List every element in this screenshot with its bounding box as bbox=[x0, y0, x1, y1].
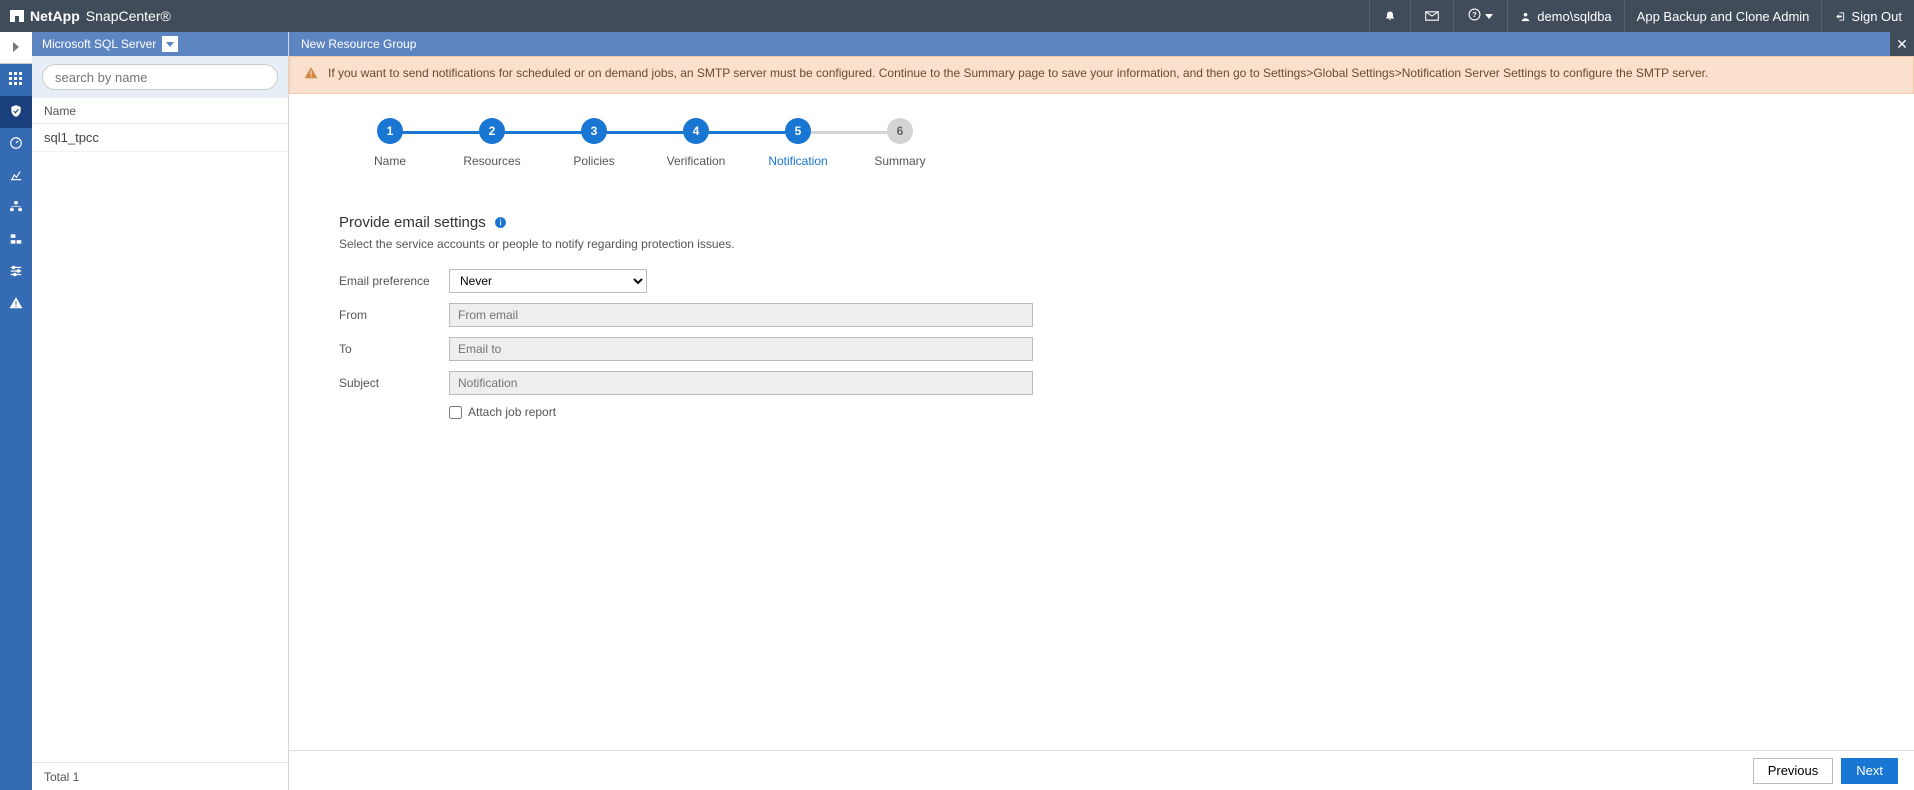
user-label: demo\sqldba bbox=[1537, 9, 1611, 24]
close-icon: ✕ bbox=[1896, 36, 1908, 53]
step-label: Name bbox=[374, 154, 406, 168]
close-button[interactable]: ✕ bbox=[1890, 32, 1914, 56]
wizard-footer: Previous Next bbox=[289, 750, 1914, 790]
notifications-button[interactable] bbox=[1369, 0, 1410, 32]
from-label: From bbox=[339, 308, 449, 322]
previous-button[interactable]: Previous bbox=[1753, 758, 1834, 784]
signout-icon bbox=[1834, 11, 1845, 22]
warning-icon bbox=[304, 66, 318, 85]
brand-app: SnapCenter® bbox=[86, 8, 171, 24]
smtp-alert: If you want to send notifications for sc… bbox=[289, 56, 1914, 94]
subject-input[interactable] bbox=[449, 371, 1033, 395]
step-number: 1 bbox=[377, 118, 403, 144]
step-label: Policies bbox=[573, 154, 614, 168]
step-name[interactable]: 1 Name bbox=[339, 118, 441, 168]
user-icon bbox=[1520, 11, 1531, 22]
plugin-label: Microsoft SQL Server bbox=[42, 37, 156, 51]
to-input[interactable] bbox=[449, 337, 1033, 361]
brand: NetApp SnapCenter® bbox=[0, 8, 181, 24]
rail-resources[interactable] bbox=[0, 96, 32, 128]
resource-total: Total 1 bbox=[44, 770, 79, 784]
resource-column-header: Name bbox=[32, 98, 288, 124]
role-label-item[interactable]: App Backup and Clone Admin bbox=[1624, 0, 1822, 32]
storage-icon bbox=[9, 232, 23, 249]
resource-row-label: sql1_tpcc bbox=[44, 130, 99, 145]
attach-report-check[interactable]: Attach job report bbox=[449, 405, 556, 419]
step-number: 3 bbox=[581, 118, 607, 144]
step-number: 2 bbox=[479, 118, 505, 144]
nav-rail bbox=[0, 32, 32, 790]
step-label: Resources bbox=[463, 154, 520, 168]
email-pref-select[interactable]: Never bbox=[449, 269, 647, 293]
rail-hosts[interactable] bbox=[0, 192, 32, 224]
resource-search-wrap bbox=[32, 56, 288, 98]
col-name-label: Name bbox=[44, 104, 76, 118]
from-input[interactable] bbox=[449, 303, 1033, 327]
to-label: To bbox=[339, 342, 449, 356]
section-title-row: Provide email settings bbox=[339, 214, 1239, 231]
chevron-down-icon bbox=[166, 42, 174, 47]
svg-text:?: ? bbox=[1472, 10, 1477, 19]
rail-expand-button[interactable] bbox=[0, 32, 32, 64]
shield-check-icon bbox=[9, 104, 23, 121]
resource-row[interactable]: sql1_tpcc bbox=[32, 124, 288, 152]
page-title: New Resource Group bbox=[301, 37, 416, 51]
step-label: Summary bbox=[874, 154, 925, 168]
rail-alerts[interactable] bbox=[0, 288, 32, 320]
subject-label: Subject bbox=[339, 376, 449, 390]
next-button[interactable]: Next bbox=[1841, 758, 1898, 784]
step-summary[interactable]: 6 Summary bbox=[849, 118, 951, 168]
attach-report-label: Attach job report bbox=[468, 405, 556, 419]
rail-monitor[interactable] bbox=[0, 128, 32, 160]
info-icon[interactable] bbox=[494, 216, 507, 229]
alert-text: If you want to send notifications for sc… bbox=[328, 65, 1708, 85]
help-icon: ? bbox=[1468, 8, 1481, 24]
grid-icon bbox=[9, 72, 23, 89]
plugin-dropdown-button[interactable] bbox=[162, 36, 178, 52]
chevron-down-icon bbox=[1485, 14, 1493, 19]
step-resources[interactable]: 2 Resources bbox=[441, 118, 543, 168]
resource-panel: Microsoft SQL Server Name sql1_tpcc Tota… bbox=[32, 32, 289, 790]
step-number: 6 bbox=[887, 118, 913, 144]
step-notification[interactable]: 5 Notification bbox=[747, 118, 849, 168]
step-number: 4 bbox=[683, 118, 709, 144]
step-verification[interactable]: 4 Verification bbox=[645, 118, 747, 168]
bell-icon bbox=[1384, 9, 1396, 24]
mail-icon bbox=[1425, 9, 1439, 24]
wizard-stepper: 1 Name 2 Resources 3 Policies 4 bbox=[339, 118, 1864, 168]
sitemap-icon bbox=[9, 200, 23, 217]
step-label: Notification bbox=[768, 154, 827, 168]
signout-label: Sign Out bbox=[1851, 9, 1902, 24]
search-input[interactable] bbox=[42, 64, 278, 90]
warning-icon bbox=[9, 296, 23, 313]
signout-button[interactable]: Sign Out bbox=[1821, 0, 1914, 32]
rail-dashboard[interactable] bbox=[0, 64, 32, 96]
rail-storage[interactable] bbox=[0, 224, 32, 256]
main-header: New Resource Group ✕ bbox=[289, 32, 1914, 56]
netapp-logo-icon bbox=[10, 10, 24, 22]
rail-settings[interactable] bbox=[0, 256, 32, 288]
chevron-right-icon bbox=[12, 40, 20, 55]
resource-footer: Total 1 bbox=[32, 762, 288, 790]
email-pref-label: Email preference bbox=[339, 274, 449, 288]
plugin-selector[interactable]: Microsoft SQL Server bbox=[32, 32, 288, 56]
section-subtitle: Select the service accounts or people to… bbox=[339, 237, 1239, 251]
help-button[interactable]: ? bbox=[1453, 0, 1507, 32]
brand-company: NetApp bbox=[30, 8, 80, 24]
topbar: NetApp SnapCenter® ? demo\sqldba App Bac… bbox=[0, 0, 1914, 32]
section-title: Provide email settings bbox=[339, 214, 486, 231]
main-content: New Resource Group ✕ If you want to send… bbox=[289, 32, 1914, 790]
step-label: Verification bbox=[667, 154, 726, 168]
rail-reports[interactable] bbox=[0, 160, 32, 192]
messages-button[interactable] bbox=[1410, 0, 1453, 32]
user-menu[interactable]: demo\sqldba bbox=[1507, 0, 1623, 32]
sliders-icon bbox=[9, 264, 23, 281]
role-label: App Backup and Clone Admin bbox=[1637, 9, 1810, 24]
step-policies[interactable]: 3 Policies bbox=[543, 118, 645, 168]
attach-report-checkbox[interactable] bbox=[449, 406, 462, 419]
step-number: 5 bbox=[785, 118, 811, 144]
chart-icon bbox=[9, 168, 23, 185]
gauge-icon bbox=[9, 136, 23, 153]
